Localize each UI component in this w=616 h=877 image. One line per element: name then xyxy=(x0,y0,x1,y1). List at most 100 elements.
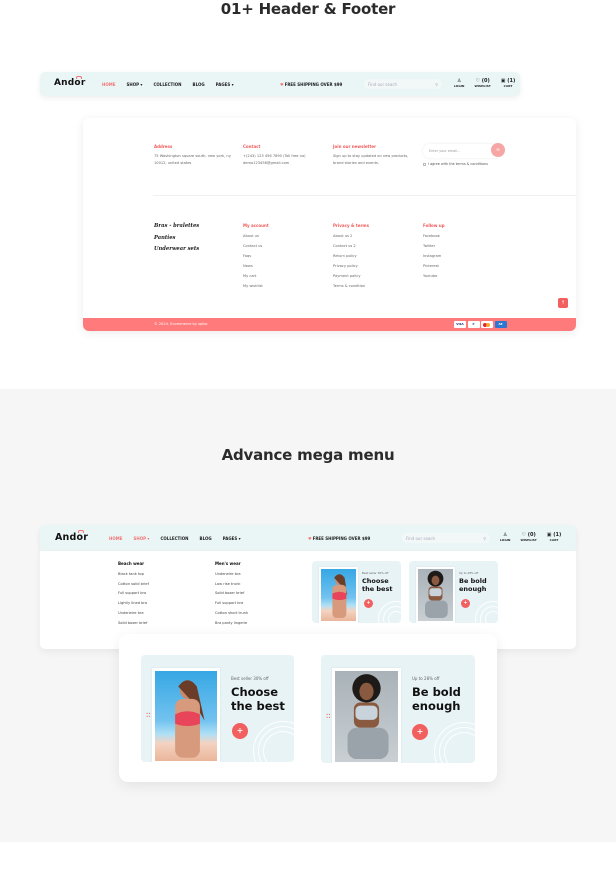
footer-link[interactable]: About us 2 xyxy=(333,231,369,241)
decorative-dots: •• •• xyxy=(326,712,331,720)
promo-shop-button[interactable]: + xyxy=(364,599,373,608)
header-icons: ♙ LOGIN ♡ (0) WISHLIST ▣ (1) CART xyxy=(444,78,515,88)
contact-email[interactable]: demo123456@gmail.com xyxy=(243,160,306,167)
contact-phone[interactable]: +(243) 123 456 7890 (Toll free no) xyxy=(243,153,306,160)
nav-shop[interactable]: SHOP ▾ xyxy=(126,82,142,87)
mega-menu-item[interactable]: Bra panty lingerie xyxy=(215,619,248,629)
footer-categories: Bras - bralettes Panties Underwear sets xyxy=(154,221,199,256)
footer-link[interactable]: Contact us xyxy=(243,241,269,251)
login-label: LOGIN xyxy=(500,538,511,542)
decorative-rings xyxy=(475,601,498,623)
mastercard-icon xyxy=(481,321,493,328)
cart-button[interactable]: ▣ (1) CART xyxy=(501,78,516,88)
social-link-instagram[interactable]: Instagram xyxy=(423,251,445,261)
mega-menu-item[interactable]: Full support bra xyxy=(215,599,248,609)
promo-kicker: Best seller 30% off xyxy=(231,676,269,681)
promo-title-line: enough xyxy=(412,698,461,713)
footer-link[interactable]: Faqs xyxy=(243,251,269,261)
logo[interactable]: Andor xyxy=(54,76,85,88)
heart-icon: ♥ xyxy=(308,536,312,541)
footer-privacy: Privacy & terms About us 2 Contact us 2 … xyxy=(333,221,369,291)
footer-link[interactable]: Payment policy xyxy=(333,271,369,281)
model-figure xyxy=(425,570,448,618)
footer-link[interactable]: News xyxy=(243,261,269,271)
nav-collection[interactable]: COLLECTION xyxy=(153,82,181,87)
decorative-rings xyxy=(378,601,401,623)
promo-image-beach xyxy=(152,668,220,762)
mega-menu-item[interactable]: Black tank top xyxy=(118,570,149,580)
promo-image-studio xyxy=(332,668,401,763)
promo-shop-button[interactable]: + xyxy=(412,724,428,740)
back-to-top-button[interactable]: ↑ xyxy=(558,298,568,308)
logo-text: And xyxy=(54,78,75,88)
footer-link[interactable]: My wishlist xyxy=(243,281,269,291)
login-button[interactable]: ♙ LOGIN xyxy=(454,78,464,88)
mega-menu-item[interactable]: Low rise trunk xyxy=(215,580,248,590)
mega-menu-item[interactable]: Solid boxer brief xyxy=(215,589,248,599)
social-link-twitter[interactable]: Twitter xyxy=(423,241,445,251)
promo-shop-button[interactable]: + xyxy=(232,723,248,739)
nav-collection[interactable]: COLLECTION xyxy=(160,536,188,541)
footer-heading-address: Address xyxy=(154,144,173,149)
promo-card-large[interactable]: •• •• Up to 28% off Be bold enough + xyxy=(321,655,475,763)
category-link[interactable]: Panties xyxy=(154,233,199,245)
free-shipping-notice: ♥FREE SHIPPING OVER $99 xyxy=(308,536,370,541)
mega-menu-item[interactable]: Lightly lined bra xyxy=(118,599,149,609)
social-link-youtube[interactable]: Youtube xyxy=(423,271,445,281)
mega-heading: Men's wear xyxy=(215,561,241,566)
category-link[interactable]: Bras - bralettes xyxy=(154,221,199,233)
nav-blog[interactable]: BLOG xyxy=(200,536,212,541)
nav-pages[interactable]: PAGES ▾ xyxy=(216,82,234,87)
site-header-mega: Andor HOME SHOP ▾ COLLECTION BLOG PAGES … xyxy=(40,525,576,551)
promo-title: Choose the best xyxy=(231,685,285,714)
footer-link[interactable]: My cart xyxy=(243,271,269,281)
social-link-pinterest[interactable]: Pinterest xyxy=(423,261,445,271)
mega-menu-item[interactable]: Solid boxer brief xyxy=(118,619,149,629)
footer-link[interactable]: Terms & condition xyxy=(333,281,369,291)
mega-menu-item[interactable]: Cotton short trunk xyxy=(215,609,248,619)
footer-heading-account: My account xyxy=(243,223,269,228)
nav-shop[interactable]: SHOP ▾ xyxy=(133,536,149,541)
login-button[interactable]: ♙ LOGIN xyxy=(500,532,510,542)
logo-text-end: r xyxy=(83,532,89,543)
footer-link[interactable]: Contact us 2 xyxy=(333,241,369,251)
promo-title-line: Be bold xyxy=(412,685,461,699)
site-footer: Address 75 Washington square south, new … xyxy=(83,118,576,331)
footer-link[interactable]: About us xyxy=(243,231,269,241)
footer-link[interactable]: Privacy policy xyxy=(333,261,369,271)
newsletter-submit-button[interactable]: ✉ xyxy=(491,143,505,157)
logo[interactable]: Andor xyxy=(55,530,89,543)
nav-blog[interactable]: BLOG xyxy=(193,82,205,87)
promo-card-small[interactable]: Best seller 30% off Choose the best + xyxy=(312,561,401,623)
category-link[interactable]: Underwear sets xyxy=(154,244,199,256)
promo-image-beach xyxy=(319,567,358,623)
cart-button[interactable]: ▣ (1) CART xyxy=(547,532,562,542)
promo-card-large[interactable]: •• •• Best seller 30% off Choose the best … xyxy=(141,655,294,762)
search-icon[interactable]: ⚲ xyxy=(483,536,486,541)
mega-menu-item[interactable]: Underwire bra xyxy=(215,570,248,580)
logo-o: o xyxy=(74,76,83,88)
search-icon[interactable]: ⚲ xyxy=(435,82,438,87)
mega-menu-item[interactable]: Full support bra xyxy=(118,589,149,599)
wishlist-button[interactable]: ♡ (0) WISHLIST xyxy=(474,78,490,88)
footer-divider xyxy=(153,195,576,196)
address-line: 75 Washington square south, new york, ny xyxy=(154,154,231,158)
main-nav: HOME SHOP ▾ COLLECTION BLOG PAGES ▾ xyxy=(109,536,252,541)
nav-pages[interactable]: PAGES ▾ xyxy=(223,536,241,541)
terms-checkbox-row[interactable]: I agree with the terms & conditions xyxy=(423,162,488,166)
mega-col-beach-wear: Beach wear Black tank top Cotton solid b… xyxy=(118,559,149,629)
terms-checkbox[interactable] xyxy=(423,162,426,166)
promo-card-small[interactable]: Up to 28% off Be bold enough + xyxy=(409,561,498,623)
mega-menu-item[interactable]: Cotton solid brief xyxy=(118,580,149,590)
heart-icon: ♥ xyxy=(280,82,284,87)
promo-shop-button[interactable]: + xyxy=(461,599,470,608)
wishlist-button[interactable]: ♡ (0) WISHLIST xyxy=(520,532,536,542)
footer-link[interactable]: Return policy xyxy=(333,251,369,261)
nav-home[interactable]: HOME xyxy=(109,536,122,541)
nav-home[interactable]: HOME xyxy=(102,82,115,87)
search-input[interactable]: Find our seach ⚲ xyxy=(364,79,442,89)
search-input[interactable]: Find our seach ⚲ xyxy=(402,533,490,543)
mega-menu-item[interactable]: Underwire bra xyxy=(118,609,149,619)
site-header: Andor HOME SHOP ▾ COLLECTION BLOG PAGES … xyxy=(40,72,520,96)
social-link-facebook[interactable]: Facebook xyxy=(423,231,445,241)
